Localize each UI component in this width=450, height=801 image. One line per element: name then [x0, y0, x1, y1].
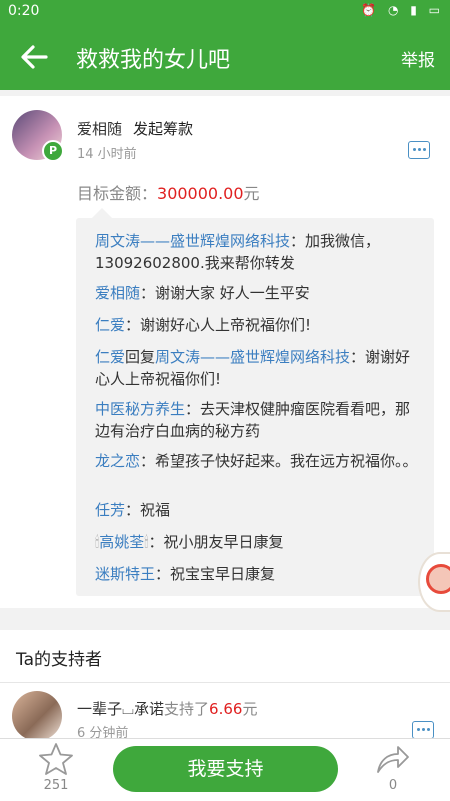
target-value: 300000.00 — [157, 184, 244, 203]
comment-author[interactable]: 龙之恋 — [95, 452, 140, 470]
comment-text: ：祝福 — [125, 501, 171, 519]
comment-list: 周文涛——盛世辉煌网络科技：加我微信，13092602800.我来帮你转发 爱相… — [76, 208, 434, 596]
comment-item: 仁爱：谢谢好心人上帝祝福你们! — [95, 314, 425, 336]
comment-more-icon[interactable] — [408, 141, 430, 159]
comment-author[interactable]: 仁爱 — [95, 316, 125, 334]
comment-author[interactable]: 高姚荃 — [99, 533, 144, 551]
comment-item: 中医秘方养生：去天津权健肿瘤医院看看吧，那边有治疗白血病的秘方药 — [95, 398, 425, 442]
status-time: 0:20 — [8, 3, 40, 19]
comment-author[interactable]: 中医秘方养生 — [95, 400, 185, 418]
verified-badge-icon: P — [42, 140, 64, 162]
supporter-action: 支持了 — [164, 700, 210, 718]
star-count: 251 — [43, 778, 69, 793]
supporter-line: 一辈子⌴承诺支持了6.66元 — [77, 698, 257, 719]
comment-item: 迷斯特王：祝宝宝早日康复 — [95, 563, 425, 585]
comment-item: 爱相随：谢谢大家 好人一生平安 — [95, 282, 425, 304]
comment-item: 任芳：祝福 — [95, 499, 425, 521]
post-time: 14 小时前 — [77, 147, 137, 162]
post-username[interactable]: 爱相随 — [77, 118, 122, 139]
supporters-header: Ta的支持者 — [0, 630, 450, 683]
share-count: 0 — [388, 778, 398, 793]
supporter-name[interactable]: 一辈子⌴承诺 — [77, 700, 164, 718]
status-bar: 0:20 ⏰ ◔ ▮ ▭ — [0, 0, 450, 24]
comment-item: 🕯高姚荃🕯：祝小朋友早日康复 — [95, 531, 425, 553]
back-arrow-icon[interactable] — [18, 42, 50, 72]
supporter-unit: 元 — [242, 700, 258, 718]
comment-author[interactable]: 周文涛——盛世辉煌网络科技 — [95, 232, 290, 250]
app-bar: 救救我的女儿吧 举报 — [0, 24, 450, 90]
report-button[interactable]: 举报 — [401, 46, 435, 71]
comment-item: 周文涛——盛世辉煌网络科技：加我微信，13092602800.我来帮你转发 — [95, 230, 425, 274]
share-icon[interactable] — [374, 742, 410, 776]
comment-text: ：谢谢好心人上帝祝福你们! — [125, 316, 312, 334]
comment-reply-word: 回复 — [125, 348, 156, 366]
status-icons: ⏰ ◔ ▮ ▭ — [361, 3, 444, 17]
target-unit: 元 — [243, 184, 260, 203]
comment-author[interactable]: 仁爱 — [95, 348, 125, 366]
comment-author[interactable]: 任芳 — [95, 501, 125, 519]
comment-author[interactable]: 迷斯特王 — [95, 565, 155, 583]
target-amount: 目标金额：300000.00元 — [77, 180, 260, 204]
post-action: 发起筹款 — [133, 120, 194, 138]
star-icon[interactable] — [38, 742, 74, 776]
comment-text: ：希望孩子快好起来。我在远方祝福你。。 — [140, 452, 418, 470]
supporter-amount: 6.66 — [209, 700, 243, 718]
comment-item: 龙之恋：希望孩子快好起来。我在远方祝福你。。 — [95, 450, 425, 472]
target-label: 目标金额： — [77, 184, 158, 203]
comment-item: 仁爱回复周文涛——盛世辉煌网络科技：谢谢好心人上帝祝福你们! — [95, 346, 425, 390]
support-button[interactable]: 我要支持 — [113, 746, 338, 792]
supporter-avatar[interactable] — [12, 691, 62, 741]
page-title: 救救我的女儿吧 — [76, 48, 231, 73]
comment-text: ：祝小朋友早日康复 — [148, 533, 284, 551]
comment-text: ：祝宝宝早日康复 — [155, 565, 276, 583]
comment-reply-to[interactable]: 周文涛——盛世辉煌网络科技 — [155, 348, 350, 366]
supporters-title: Ta的支持者 — [16, 650, 102, 670]
supporter-more-icon[interactable] — [412, 721, 434, 739]
comment-text: ：谢谢大家 好人一生平安 — [140, 284, 310, 302]
comment-author[interactable]: 爱相随 — [95, 284, 140, 302]
